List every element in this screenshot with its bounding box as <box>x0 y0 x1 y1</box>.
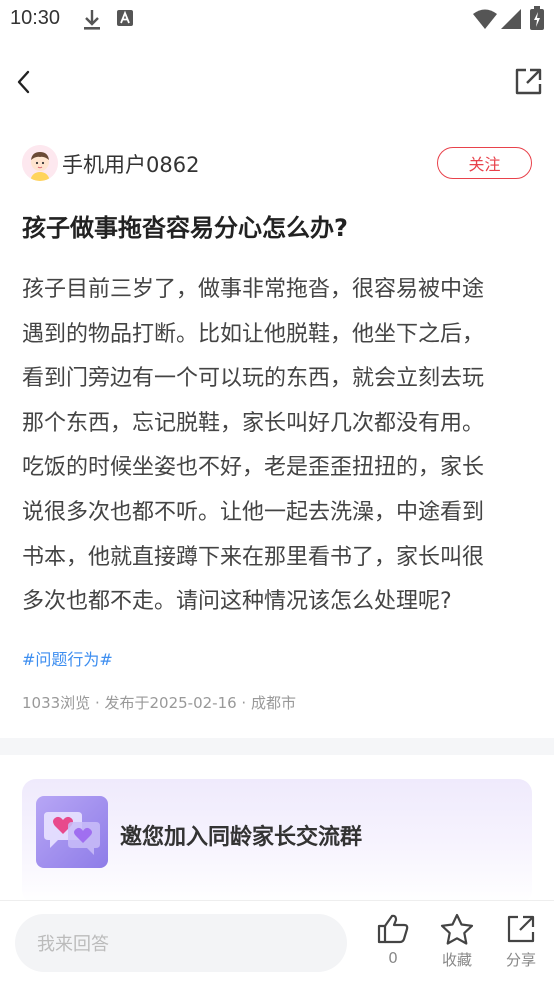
open-external-icon <box>515 68 542 95</box>
back-chevron-icon <box>17 70 30 94</box>
topic-tag[interactable]: #问题行为# <box>22 646 113 670</box>
share-icon <box>507 915 535 943</box>
collect-button[interactable]: 收藏 <box>427 913 487 975</box>
status-time: 10:30 <box>10 7 61 29</box>
battery-icon <box>529 6 545 34</box>
share-button[interactable]: 分享 <box>491 913 551 975</box>
thumbs-up-icon <box>377 914 409 944</box>
chat-hearts-icon <box>36 796 108 868</box>
like-count: 0 <box>388 949 398 967</box>
question-body-line: 孩子目前三岁了，做事非常拖沓，很容易被中途 <box>22 277 485 302</box>
question-body: 孩子目前三岁了，做事非常拖沓，很容易被中途 遇到的物品打断。比如让他脱鞋，他坐下… <box>22 268 534 625</box>
answer-input[interactable]: 我来回答 <box>15 914 347 972</box>
question-body-line: 遇到的物品打断。比如让他脱鞋，他坐下之后， <box>22 321 485 347</box>
collect-label: 收藏 <box>441 951 472 969</box>
nav-bar <box>0 56 554 106</box>
question-title: 孩子做事拖沓容易分心怎么办? <box>22 214 348 242</box>
avatar[interactable] <box>22 145 58 181</box>
bottom-action-bar: 我来回答 0 收藏 分享 <box>0 900 554 984</box>
signal-icon <box>501 9 521 33</box>
group-invite-text: 邀您加入同龄家长交流群 <box>120 825 363 850</box>
download-icon <box>81 8 103 36</box>
question-body-line: 多次也都不走。请问这种情况该怎么处理呢? <box>22 589 452 615</box>
back-button[interactable] <box>6 64 42 100</box>
star-icon <box>440 913 474 945</box>
status-bar: 10:30 <box>0 0 554 40</box>
author-row: 手机用户0862 关注 <box>22 143 532 183</box>
question-body-line: 那个东西，忘记脱鞋，家长叫好几次都没有用。 <box>22 410 485 436</box>
question-body-line: 看到门旁边有一个可以玩的东西，就会立刻去玩 <box>22 366 485 392</box>
section-divider <box>0 738 554 755</box>
app-notification-icon <box>116 9 134 31</box>
group-invite-card[interactable]: 邀您加入同龄家长交流群 <box>22 779 532 904</box>
follow-button[interactable]: 关注 <box>437 147 532 179</box>
question-body-line: 说很多次也都不听。让他一起去洗澡，中途看到 <box>22 499 485 525</box>
question-body-line: 吃饭的时候坐姿也不好，老是歪歪扭扭的，家长 <box>22 455 485 481</box>
author-name[interactable]: 手机用户0862 <box>62 149 199 179</box>
open-external-button[interactable] <box>510 64 546 100</box>
question-meta: 1033浏览 · 发布于2025-02-16 · 成都市 <box>22 694 296 712</box>
question-body-line: 书本，他就直接蹲下来在那里看书了，家长叫很 <box>22 544 485 570</box>
like-button[interactable]: 0 <box>363 913 423 975</box>
wifi-icon <box>473 9 497 33</box>
share-label: 分享 <box>505 951 536 969</box>
